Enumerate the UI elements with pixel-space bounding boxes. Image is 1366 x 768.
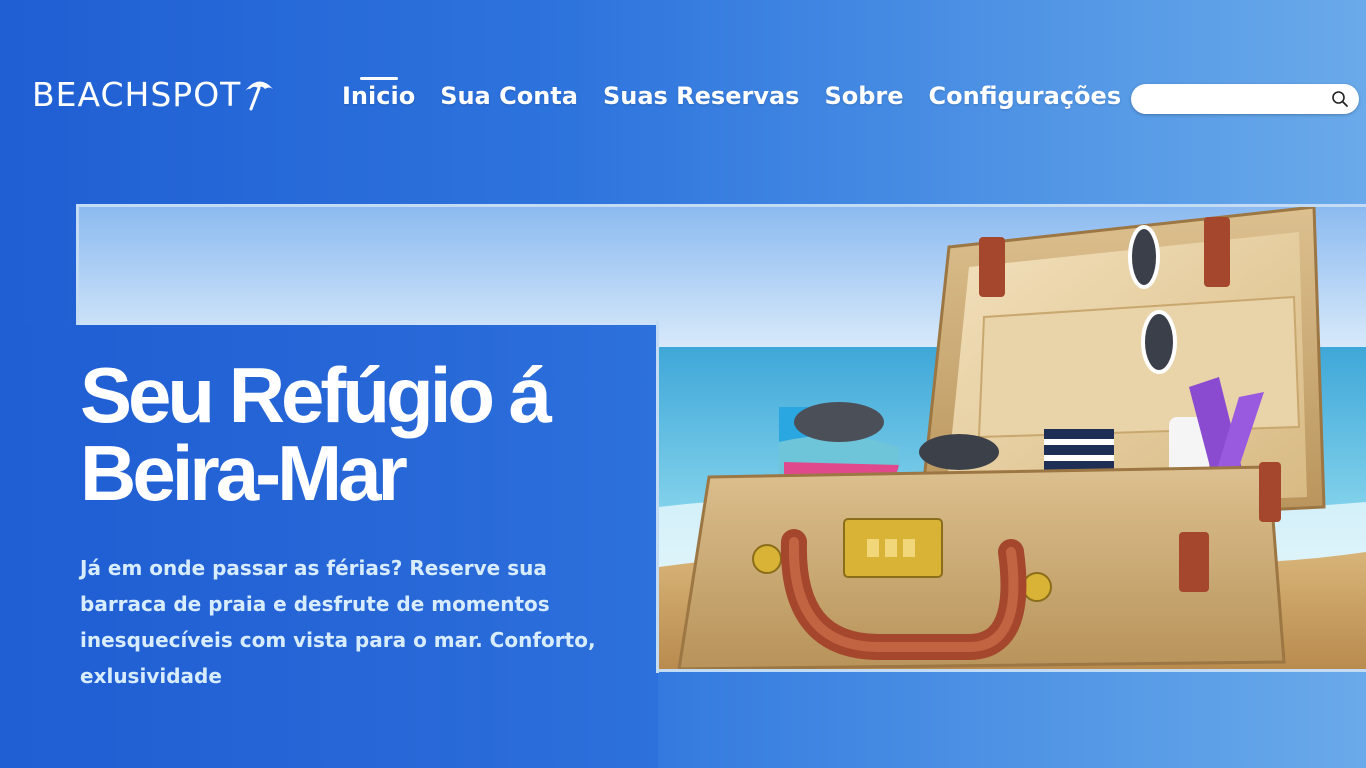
search-icon[interactable]	[1331, 90, 1349, 108]
brand-logo[interactable]: BEACHSPOT	[32, 72, 324, 116]
nav-item-configuracoes[interactable]: Configurações	[929, 82, 1122, 110]
nav-item-sua-conta[interactable]: Sua Conta	[440, 82, 578, 110]
beach-umbrella-icon	[245, 81, 274, 111]
nav-item-sobre[interactable]: Sobre	[824, 82, 903, 110]
search-input[interactable]	[1143, 88, 1327, 112]
brand-logo-text: BEACHSPOT	[32, 74, 242, 114]
hero-description: Já em onde passar as férias? Reserve sua…	[80, 556, 596, 688]
hero-title: Seu Refúgio á Beira-Mar	[80, 351, 552, 517]
nav-item-suas-reservas[interactable]: Suas Reservas	[603, 82, 800, 110]
hero-image-bottom-border	[656, 669, 1366, 672]
nav-item-inicio[interactable]: Inicio	[342, 77, 415, 110]
search-box[interactable]	[1131, 84, 1359, 114]
main-nav: Inicio Sua Conta Suas Reservas Sobre Con…	[342, 76, 1121, 116]
